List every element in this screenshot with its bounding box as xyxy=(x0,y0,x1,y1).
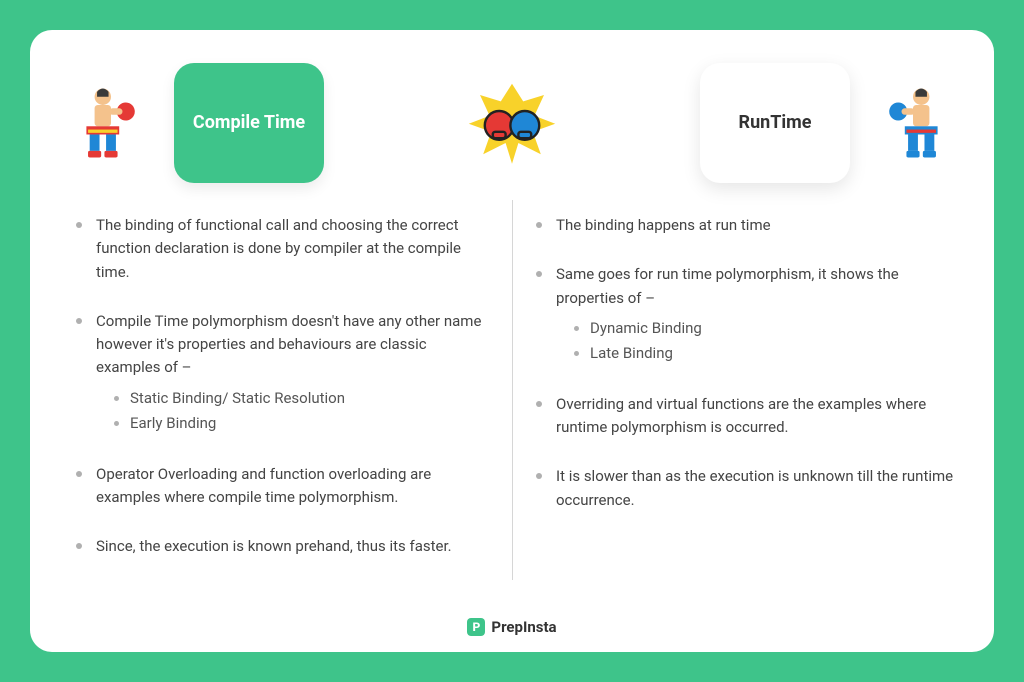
point-text: Operator Overloading and function overlo… xyxy=(96,465,431,506)
left-header-group: Compile Time xyxy=(70,63,324,183)
point-text: The binding of functional call and choos… xyxy=(96,216,461,281)
sub-list: Dynamic Binding Late Binding xyxy=(556,316,954,367)
badge-label: Compile Time xyxy=(193,111,305,134)
point-item: Since, the execution is known prehand, t… xyxy=(70,535,494,558)
vs-clash-icon xyxy=(464,78,560,168)
sub-item: Late Binding xyxy=(574,341,954,367)
brand-logo-icon: P xyxy=(467,618,485,636)
point-text: Overriding and virtual functions are the… xyxy=(556,395,926,436)
point-text: Compile Time polymorphism doesn't have a… xyxy=(96,312,481,377)
comparison-columns: The binding of functional call and choos… xyxy=(70,206,954,612)
sub-item: Static Binding/ Static Resolution xyxy=(114,386,494,412)
point-item: Operator Overloading and function overlo… xyxy=(70,463,494,510)
right-header-group: RunTime xyxy=(700,63,954,183)
comparison-card: Compile Time xyxy=(30,30,994,652)
brand-name: PrepInsta xyxy=(491,618,556,636)
point-item: Same goes for run time polymorphism, it … xyxy=(530,263,954,367)
header-row: Compile Time xyxy=(70,58,954,188)
point-item: The binding happens at run time xyxy=(530,214,954,237)
sub-item: Early Binding xyxy=(114,411,494,437)
left-column: The binding of functional call and choos… xyxy=(70,206,512,612)
point-text: Same goes for run time polymorphism, it … xyxy=(556,265,899,306)
blue-boxer-icon xyxy=(872,82,954,164)
point-text: It is slower than as the execution is un… xyxy=(556,467,953,508)
right-points-list: The binding happens at run time Same goe… xyxy=(530,214,954,512)
point-text: The binding happens at run time xyxy=(556,216,771,234)
point-item: Overriding and virtual functions are the… xyxy=(530,393,954,440)
point-text: Since, the execution is known prehand, t… xyxy=(96,537,452,555)
right-column: The binding happens at run time Same goe… xyxy=(512,206,954,612)
column-divider xyxy=(512,200,513,580)
left-points-list: The binding of functional call and choos… xyxy=(70,214,494,558)
point-item: The binding of functional call and choos… xyxy=(70,214,494,284)
point-item: Compile Time polymorphism doesn't have a… xyxy=(70,310,494,437)
sub-list: Static Binding/ Static Resolution Early … xyxy=(96,386,494,437)
compile-time-badge: Compile Time xyxy=(174,63,324,183)
red-boxer-icon xyxy=(70,82,152,164)
footer-brand: P PrepInsta xyxy=(70,612,954,636)
badge-label: RunTime xyxy=(739,111,812,134)
runtime-badge: RunTime xyxy=(700,63,850,183)
point-item: It is slower than as the execution is un… xyxy=(530,465,954,512)
sub-item: Dynamic Binding xyxy=(574,316,954,342)
